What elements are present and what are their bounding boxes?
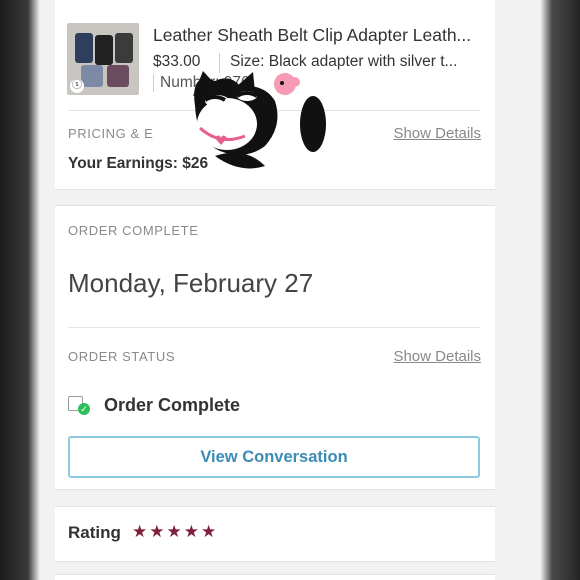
screen: ⓢ Leather Sheath Belt Clip Adapter Leath… — [40, 0, 540, 580]
rating-card: Rating ★ ★ ★ ★ ★ — [55, 506, 495, 562]
sheath-image — [107, 65, 129, 87]
poshmark-logo-icon: ⓢ — [70, 79, 84, 93]
star-icon: ★ — [201, 522, 217, 541]
order-complete-label: ORDER COMPLETE — [68, 223, 199, 238]
divider — [68, 327, 480, 328]
status-show-details-link[interactable]: Show Details — [393, 348, 481, 365]
sheath-image — [81, 65, 103, 87]
order-status-label: ORDER STATUS — [68, 349, 176, 364]
cat-sticker — [193, 71, 326, 169]
star-icon: ★ — [166, 522, 182, 541]
order-card: ORDER COMPLETE Monday, February 27 ORDER… — [55, 205, 495, 490]
item-thumbnail[interactable]: ⓢ — [67, 23, 139, 95]
phone-edge-right — [540, 0, 580, 580]
order-date: Monday, February 27 — [68, 268, 314, 298]
view-conversation-button[interactable]: View Conversation — [68, 436, 480, 478]
item-title[interactable]: Leather Sheath Belt Clip Adapter Leath..… — [153, 25, 493, 46]
phone-edge-left — [0, 0, 40, 580]
next-card — [55, 574, 495, 580]
status-text: Order Complete — [104, 394, 241, 415]
status-row: ✓ Order Complete — [68, 393, 240, 417]
sheath-image — [115, 33, 133, 63]
divider — [153, 74, 154, 92]
star-icon: ★ — [132, 522, 148, 541]
star-icon: ★ — [183, 522, 199, 541]
star-icon: ★ — [149, 522, 165, 541]
order-complete-icon: ✓ — [68, 395, 90, 415]
sheath-image — [75, 33, 93, 63]
pricing-show-details-link[interactable]: Show Details — [393, 125, 481, 142]
pricing-label: PRICING & E — [68, 126, 154, 141]
sheath-image — [95, 35, 113, 65]
rating-label: Rating — [68, 523, 121, 542]
rating-stars: ★ ★ ★ ★ ★ — [132, 522, 218, 542]
